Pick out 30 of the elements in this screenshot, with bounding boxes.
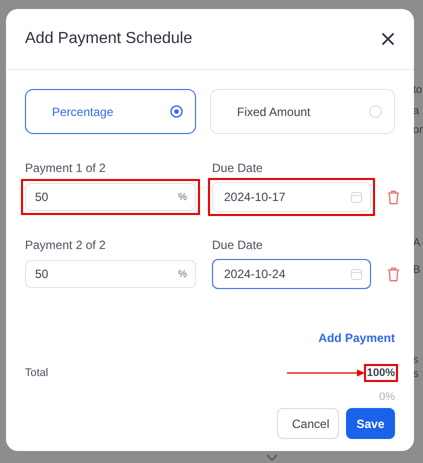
dialog-title: Add Payment Schedule (25, 30, 192, 48)
total-label: Total (25, 367, 50, 379)
close-icon (381, 32, 395, 46)
payment-label: Payment 2 of 2 (25, 238, 107, 252)
save-button[interactable]: Save (346, 408, 395, 439)
option-card[interactable]: Fixed Amount (210, 89, 395, 134)
payment-label: Payment 1 of 2 (25, 161, 107, 175)
amount-field[interactable]: 50 % (25, 183, 196, 211)
date-field[interactable]: 2024-10-24 (212, 259, 371, 289)
option-card[interactable]: Percentage (25, 89, 196, 134)
amount-field[interactable]: 50 % (25, 260, 196, 288)
background-text: B (413, 264, 420, 276)
percent-sign: % (178, 192, 187, 202)
add-payment-link[interactable]: Add Payment (318, 331, 395, 345)
date-field[interactable]: 2024-10-17 (212, 182, 371, 212)
background-text: to (413, 84, 422, 96)
close-button[interactable] (381, 32, 395, 46)
remaining-value: 0% (379, 391, 395, 403)
radio-selected-icon (170, 105, 183, 118)
calendar-icon (351, 268, 362, 280)
trash-icon[interactable] (387, 190, 400, 204)
radio-icon (369, 105, 382, 118)
total-value: 100% (366, 367, 395, 379)
trash-icon[interactable] (387, 266, 400, 282)
chevron-icon (266, 454, 278, 461)
due-date-label: Due Date (212, 161, 264, 175)
cancel-button[interactable]: Cancel (277, 408, 339, 439)
due-date-label: Due Date (212, 238, 264, 252)
calendar-icon (351, 192, 362, 202)
percent-sign: % (178, 268, 187, 280)
